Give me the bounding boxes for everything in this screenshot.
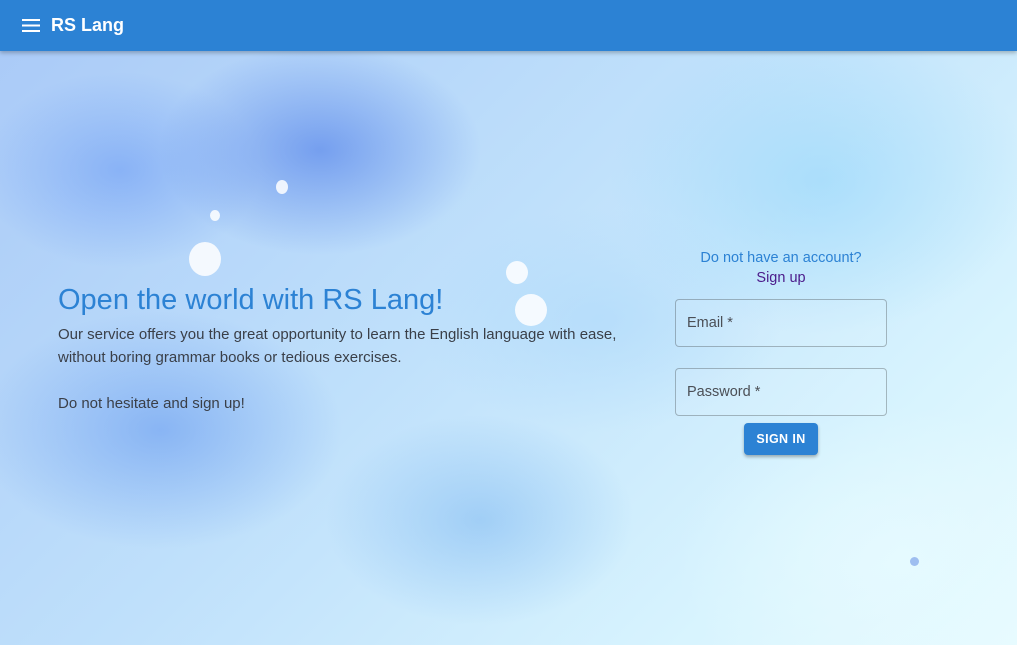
- menu-icon: [22, 19, 40, 32]
- signin-button[interactable]: SIGN IN: [744, 423, 818, 455]
- hero-heading: Open the world with RS Lang!: [58, 284, 444, 316]
- hero-cta: Do not hesitate and sign up!: [58, 395, 245, 412]
- password-label: Password *: [687, 384, 761, 400]
- hero-description: Our service offers you the great opportu…: [58, 326, 617, 366]
- email-field[interactable]: Email *: [675, 299, 887, 347]
- email-label: Email *: [687, 315, 733, 331]
- no-account-text: Do not have an account?: [700, 250, 862, 266]
- password-field[interactable]: Password *: [675, 368, 887, 416]
- paint-splash: [506, 261, 528, 284]
- hero-section: Open the world with RS Lang! Our service…: [58, 282, 618, 415]
- app-bar: RS Lang: [0, 0, 1017, 51]
- paint-splash: [910, 557, 919, 566]
- app-title[interactable]: RS Lang: [51, 15, 124, 36]
- paint-splash: [189, 242, 221, 276]
- menu-button[interactable]: [15, 10, 47, 42]
- signin-form: Do not have an account? Sign up Email * …: [675, 248, 887, 455]
- paint-splash: [210, 210, 220, 221]
- signup-link[interactable]: Sign up: [675, 268, 887, 288]
- paint-splash: [276, 180, 288, 194]
